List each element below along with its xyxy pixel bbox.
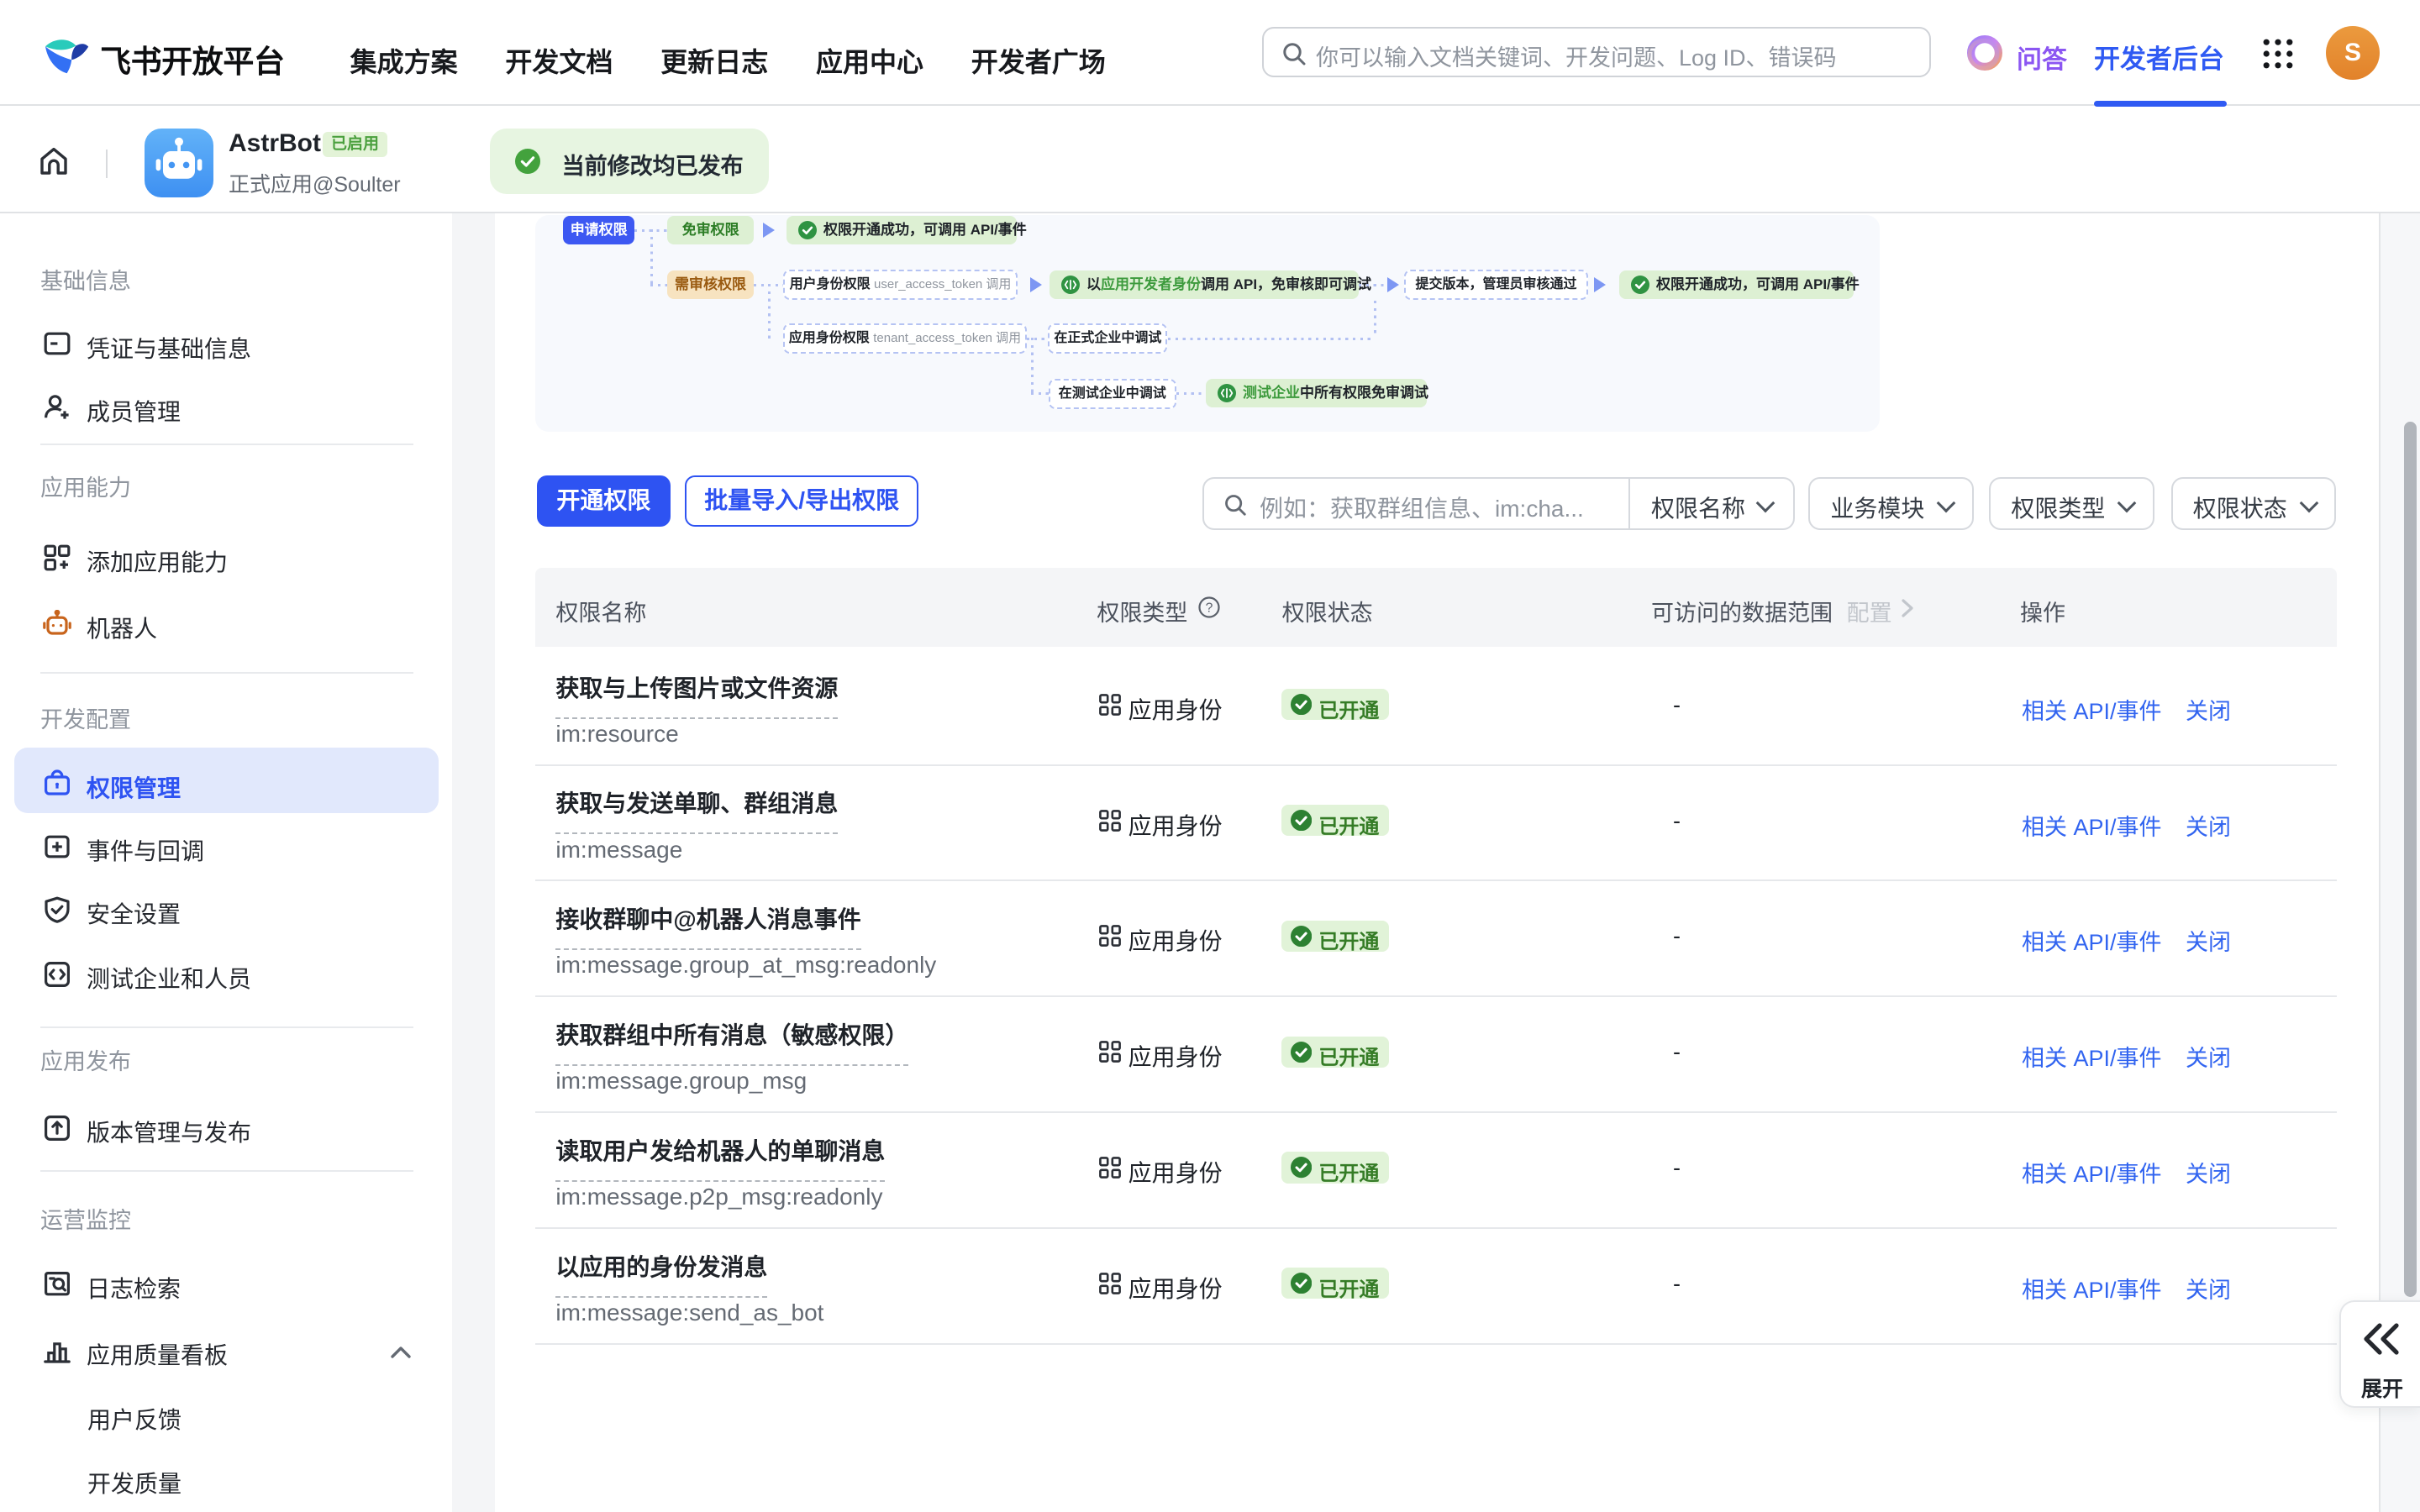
- svg-text:?: ?: [1205, 601, 1213, 616]
